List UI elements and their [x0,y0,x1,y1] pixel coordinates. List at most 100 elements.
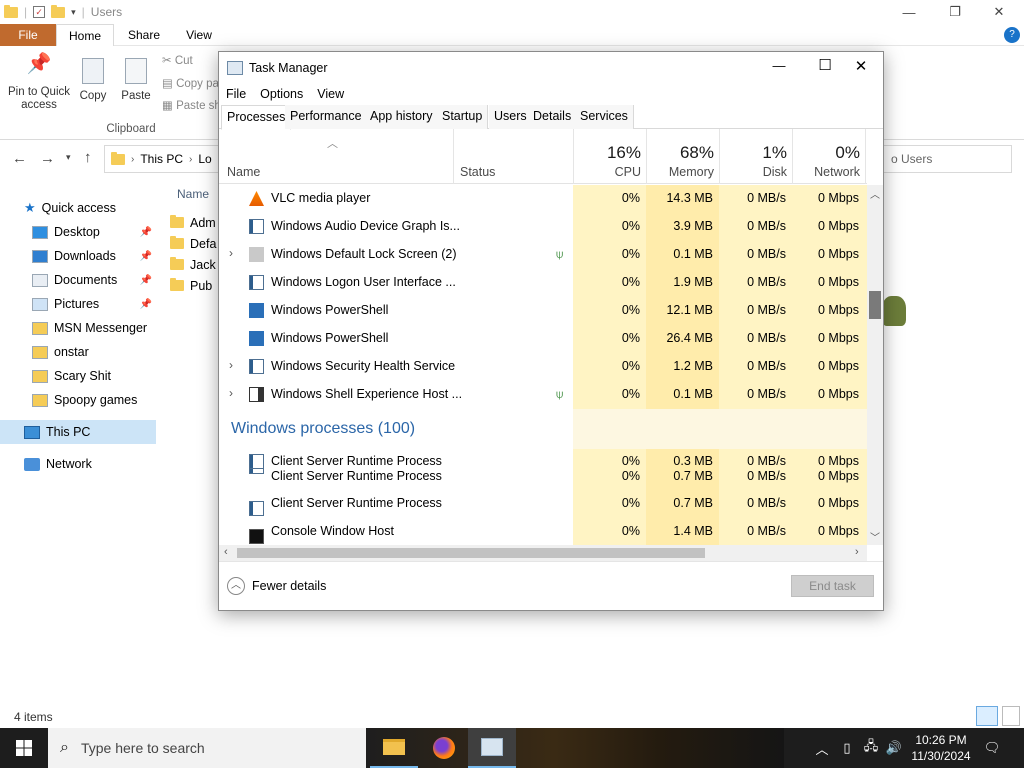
process-row[interactable]: Windows PowerShell 0% 26.4 MB 0 MB/s 0 Mbps [219,325,867,353]
customize-toolbar-icon[interactable]: ▾ [71,7,76,18]
scroll-left-icon[interactable]: ‹ [224,546,228,558]
tab-file[interactable]: File [0,24,56,46]
tab-users[interactable]: Users [489,105,533,129]
new-folder-icon[interactable] [51,4,66,18]
process-row[interactable]: Windows PowerShell 0% 12.1 MB 0 MB/s 0 Mbps [219,297,867,325]
tab-home[interactable]: Home [56,24,114,47]
copy-button[interactable]: Copy [76,58,110,103]
nav-item-msn-messenger[interactable]: MSN Messenger [0,316,156,340]
show-hidden-icons[interactable]: ︿ [812,728,832,768]
nav-item-pictures[interactable]: Pictures 📌 [0,292,156,316]
nav-item-desktop[interactable]: Desktop 📌 [0,220,156,244]
taskbar-search-box[interactable]: ⌕ Type here to search [48,728,366,768]
details-view-icon[interactable] [976,706,998,726]
tab-services[interactable]: Services [575,105,634,129]
notifications-icon[interactable]: 🗨 [980,728,1004,768]
process-row[interactable]: Console Window Host 0% 1.4 MB 0 MB/s 0 Mbps [219,523,867,545]
file-item[interactable]: Jack [170,254,220,275]
paste-shortcut-button[interactable]: ▦ Paste sh [162,100,221,113]
taskbar-firefox[interactable] [420,728,468,768]
tablet-icon[interactable]: ▯ [838,728,856,768]
nav-quick-access[interactable]: ★ Quick access [0,196,156,220]
network-percent[interactable]: 0% [792,143,860,163]
up-icon[interactable]: ↑ [84,149,92,166]
column-status[interactable]: Status [460,165,495,179]
properties-icon[interactable]: ✓ [33,6,46,18]
process-row[interactable]: › Windows Default Lock Screen (2) ⍦ 0% 0.1 M… [219,241,867,269]
group-header-row[interactable]: Windows processes (100) [219,409,867,449]
scroll-down-icon[interactable]: ﹀ [870,529,880,544]
column-name[interactable]: Name [227,165,260,179]
start-button[interactable] [0,728,48,768]
cpu-percent[interactable]: 16% [573,143,641,163]
scroll-up-icon[interactable]: ︿ [870,186,880,201]
menu-options[interactable]: Options [253,87,310,101]
nav-network[interactable]: Network [0,452,156,476]
menu-view[interactable]: View [310,87,351,101]
search-input[interactable]: o Users [880,145,1012,173]
close-icon[interactable]: ✕ [841,57,881,75]
scroll-thumb[interactable] [869,291,881,319]
disk-percent[interactable]: 1% [719,143,787,163]
file-item[interactable]: Pub [170,275,220,296]
nav-item-documents[interactable]: Documents 📌 [0,268,156,292]
process-row[interactable]: Windows Logon User Interface ... 0% 1.9 MB… [219,269,867,297]
cut-button[interactable]: ✂ Cut [162,55,193,68]
file-item[interactable]: Adm [170,212,220,233]
process-row[interactable]: Client Server Runtime Process 0% 0.7 MB 0 M… [219,495,867,523]
process-row[interactable]: › Windows Security Health Service 0% 1.2 MB… [219,353,867,381]
minimize-icon[interactable]: — [759,58,799,73]
maximize-icon[interactable]: ❐ [932,0,978,24]
tab-details[interactable]: Details [528,105,578,129]
fewer-details-button[interactable]: ︿ Fewer details [227,577,326,595]
breadcrumb-this-pc[interactable]: This PC [140,152,183,166]
close-icon[interactable]: ✕ [976,0,1022,24]
tab-view[interactable]: View [176,24,222,46]
address-bar[interactable]: › This PC › Lo [104,145,224,173]
nav-item-downloads[interactable]: Downloads 📌 [0,244,156,268]
nav-this-pc[interactable]: This PC [0,420,156,444]
tab-performance[interactable]: Performance [285,105,368,129]
breadcrumb-local[interactable]: Lo [198,152,211,166]
scroll-right-icon[interactable]: › [855,546,859,558]
column-cpu[interactable]: CPU [573,165,641,179]
maximize-icon[interactable]: ☐ [805,56,845,74]
help-icon[interactable]: ? [1004,27,1020,43]
pin-to-quick-access-button[interactable]: 📌 Pin to Quick access [4,54,74,112]
horizontal-scrollbar[interactable]: ‹ › [219,545,867,561]
tab-processes[interactable]: Processes [221,105,292,130]
process-row[interactable]: VLC media player 0% 14.3 MB 0 MB/s 0 Mbps [219,185,867,213]
taskbar-file-explorer[interactable] [370,728,418,768]
large-icons-view-icon[interactable] [1002,706,1020,726]
vertical-scrollbar[interactable]: ︿ ﹀ [867,185,883,545]
volume-icon[interactable]: 🔊 [884,728,904,768]
tab-share[interactable]: Share [118,24,170,46]
column-divider [865,129,866,184]
nav-item-scary-shit[interactable]: Scary Shit [0,364,156,388]
network-tray-icon[interactable]: 🖧 [860,728,882,768]
back-icon[interactable]: ← [12,150,27,167]
menu-file[interactable]: File [219,87,253,101]
tab-startup[interactable]: Startup [437,105,489,129]
column-header-name[interactable]: Name [177,187,209,201]
process-row[interactable]: Windows Audio Device Graph Is... 0% 3.9 MB… [219,213,867,241]
column-network[interactable]: Network [792,165,860,179]
file-item[interactable]: Defa [170,233,220,254]
paste-button[interactable]: Paste [118,58,154,103]
clock[interactable]: 10:26 PM 11/30/2024 [906,728,976,768]
nav-item-onstar[interactable]: onstar [0,340,156,364]
column-disk[interactable]: Disk [719,165,787,179]
recent-locations-icon[interactable]: ▾ [66,152,71,163]
taskbar-task-manager[interactable] [468,728,516,768]
end-task-button[interactable]: End task [791,575,874,597]
copy-path-button[interactable]: ▤ Copy pa [162,78,219,91]
nav-item-spoopy-games[interactable]: Spoopy games [0,388,156,412]
process-row[interactable]: › Windows Shell Experience Host ... ⍦ 0% 0.1… [219,381,867,409]
scroll-thumb[interactable] [237,548,705,558]
column-memory[interactable]: Memory [646,165,714,179]
minimize-icon[interactable]: — [886,0,932,24]
tab-app-history[interactable]: App history [365,105,439,129]
process-row[interactable]: Client Server Runtime Process 0% 0.3 MB 0 M… [219,453,867,487]
memory-percent[interactable]: 68% [646,143,714,163]
forward-icon[interactable]: → [40,150,55,167]
